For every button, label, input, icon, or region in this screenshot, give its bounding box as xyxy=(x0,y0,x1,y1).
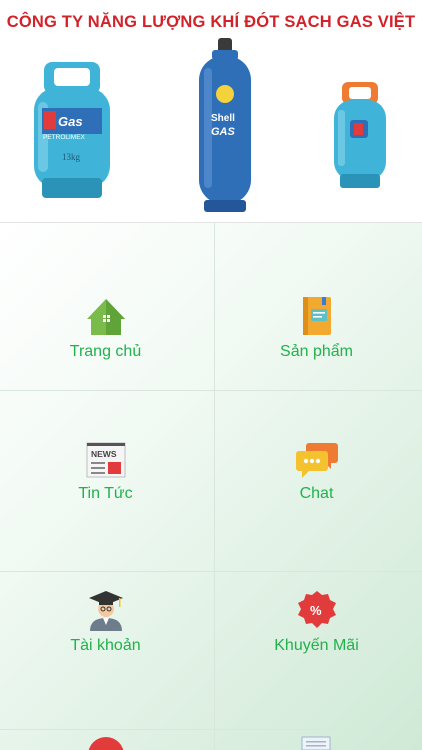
menu-item-label: Khuyến Mãi xyxy=(274,637,359,654)
cylinder-center-sub: GAS xyxy=(211,126,236,138)
chat-bubbles-icon xyxy=(295,443,338,478)
partial-list-icon xyxy=(301,736,331,750)
svg-text:NEWS: NEWS xyxy=(91,449,117,459)
cylinder-left-weight: 13kg xyxy=(62,152,81,162)
menu-item-label: Chat xyxy=(299,485,334,502)
petrolimex-cylinder-image: Gas PETROLIMEX 13kg xyxy=(34,62,110,198)
partial-red-circle-icon xyxy=(88,737,124,750)
notebook-icon xyxy=(302,297,331,335)
svg-text:%: % xyxy=(310,603,322,618)
home-icon xyxy=(86,299,125,335)
menu-item-label: Trang chủ xyxy=(69,343,142,360)
menu-item-label: Tin Tức xyxy=(78,485,133,502)
menu-item-promotions[interactable]: % Khuyến Mãi xyxy=(211,589,422,655)
menu-item-label: Sản phẩm xyxy=(280,343,353,360)
grid-divider-row-3 xyxy=(0,729,422,730)
graduate-user-icon xyxy=(88,591,123,631)
news-icon: NEWS xyxy=(86,442,125,478)
menu-item-chat[interactable]: Chat xyxy=(211,441,422,503)
small-gas-cylinder-image xyxy=(334,82,386,188)
cylinder-center-brand: Shell xyxy=(211,113,235,124)
menu-item-label: Tài khoản xyxy=(70,637,141,654)
company-title: CÔNG TY NĂNG LƯỢNG KHÍ ĐÓT SẠCH GAS VIỆT xyxy=(6,13,416,31)
menu-item-news[interactable]: NEWS Tin Tức xyxy=(0,441,211,503)
menu-item-account[interactable]: Tài khoản xyxy=(0,589,211,655)
discount-badge-icon: % xyxy=(297,591,336,628)
grid-divider-row-1 xyxy=(0,390,422,391)
menu-grid: Trang chủ Sản phẩm NEWS Tin Tức Chat Tài… xyxy=(0,223,422,750)
cylinder-left-brand: Gas xyxy=(58,114,83,129)
shell-gas-cylinder-image: Shell GAS xyxy=(199,38,251,212)
grid-divider-row-2 xyxy=(0,571,422,572)
menu-item-home[interactable]: Trang chủ xyxy=(0,295,211,361)
menu-item-products[interactable]: Sản phẩm xyxy=(211,295,422,361)
header-banner: CÔNG TY NĂNG LƯỢNG KHÍ ĐÓT SẠCH GAS VIỆT… xyxy=(0,0,422,223)
cylinder-left-sub: PETROLIMEX xyxy=(43,134,86,141)
